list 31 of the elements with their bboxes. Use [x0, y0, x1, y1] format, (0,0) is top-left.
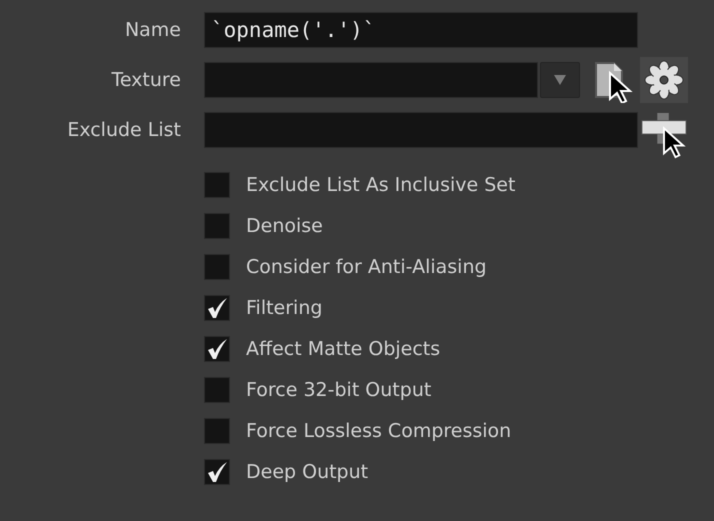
checkbox-label: Exclude List As Inclusive Set [246, 174, 516, 196]
select-objects-button[interactable] [640, 113, 688, 159]
checkbox-label: Consider for Anti-Aliasing [246, 256, 487, 278]
checkbox-label: Deep Output [246, 461, 368, 483]
checkbox-label: Force 32-bit Output [246, 379, 432, 401]
settings-button[interactable] [640, 57, 688, 103]
checkbox-label: Affect Matte Objects [246, 338, 440, 360]
checkbox-label: Filtering [246, 297, 322, 319]
checkmark-icon [206, 338, 228, 360]
checkbox[interactable] [204, 459, 230, 485]
checkbox[interactable] [204, 336, 230, 362]
checkmark-icon [206, 297, 228, 319]
exclude-list-field[interactable] [204, 112, 638, 148]
bar-cursor-icon [640, 112, 688, 160]
checkmark-icon [206, 461, 228, 483]
checkbox[interactable] [204, 254, 230, 280]
checkbox[interactable] [204, 377, 230, 403]
texture-field[interactable] [204, 62, 538, 98]
checkbox[interactable] [204, 213, 230, 239]
gear-icon [643, 59, 685, 101]
parameter-label: Name [124, 19, 181, 41]
checkbox-label: Denoise [246, 215, 323, 237]
checkbox[interactable] [204, 172, 230, 198]
checkbox[interactable] [204, 295, 230, 321]
parameter-label: Exclude List [66, 119, 181, 141]
checkbox[interactable] [204, 418, 230, 444]
parameter-label: Texture [110, 69, 181, 91]
caret-icon [554, 75, 566, 85]
checkbox-label: Force Lossless Compression [246, 420, 512, 442]
name-field[interactable]: `opname('.')` [204, 12, 638, 48]
dropdown-button[interactable] [540, 62, 580, 98]
